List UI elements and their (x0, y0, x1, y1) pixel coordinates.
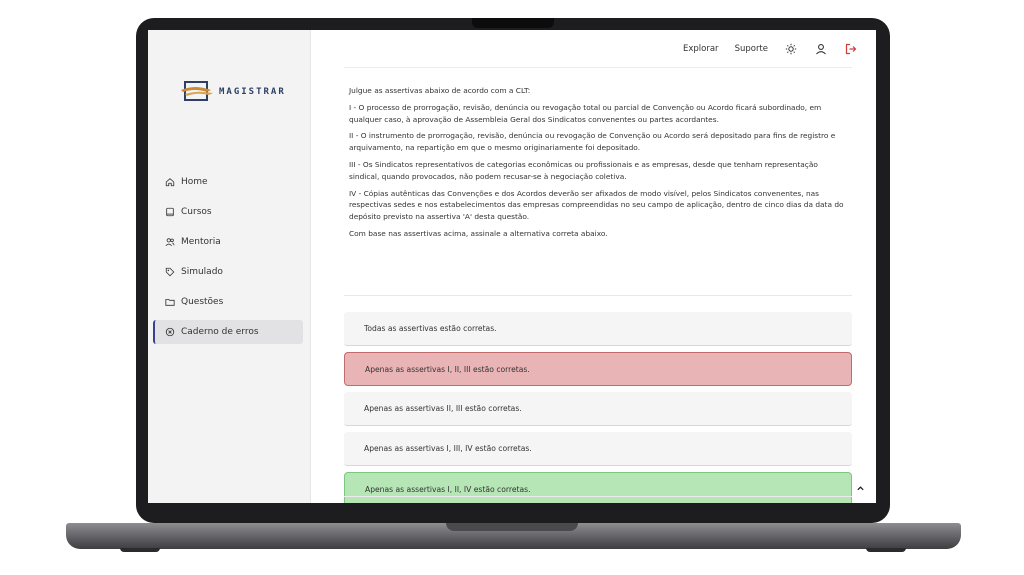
book-icon (166, 207, 174, 217)
sidebar-nav: Home Cursos Mentoria Simulado Questões C… (153, 170, 303, 350)
answer-option-c[interactable]: Apenas as assertivas II, III estão corre… (344, 392, 852, 426)
question-text: Julgue as assertivas abaixo de acordo co… (349, 85, 847, 245)
profile-button[interactable] (814, 42, 828, 56)
user-icon (816, 43, 826, 54)
scroll-to-top-button[interactable] (854, 482, 866, 494)
home-icon (165, 178, 175, 187)
top-bar: Explorar Suporte (311, 30, 876, 67)
answer-option-a[interactable]: Todas as assertivas estão corretas. (344, 312, 852, 346)
sidebar-item-mentoria[interactable]: Mentoria (153, 230, 303, 254)
question-panel: Julgue as assertivas abaixo de acordo co… (344, 67, 852, 503)
sidebar-item-cursos[interactable]: Cursos (153, 200, 303, 224)
sidebar-item-caderno-de-erros[interactable]: Caderno de erros (153, 320, 303, 344)
sidebar-item-label: Home (181, 177, 208, 187)
folder-icon (165, 299, 175, 306)
question-intro: Julgue as assertivas abaixo de acordo co… (349, 86, 531, 95)
statement-iv: IV - Cópias autênticas das Convenções e … (349, 188, 844, 222)
option-label: Todas as assertivas estão corretas. (364, 324, 497, 333)
brand-logo[interactable]: MAGISTRAR (181, 80, 286, 104)
logout-button[interactable] (844, 42, 858, 56)
statement-i: I - O processo de prorrogação, revisão, … (349, 102, 822, 124)
logo-mark-icon (181, 80, 215, 104)
divider (344, 295, 852, 296)
explore-link[interactable]: Explorar (683, 44, 719, 54)
answer-option-b-wrong[interactable]: Apenas as assertivas I, II, III estão co… (344, 352, 852, 386)
sidebar-item-questoes[interactable]: Questões (153, 290, 303, 314)
tag-icon (165, 267, 175, 277)
laptop-foot (120, 548, 160, 552)
circle-x-icon (165, 327, 175, 337)
laptop-foot (866, 548, 906, 552)
option-label: Apenas as assertivas I, II, III estão co… (365, 364, 530, 374)
statement-iii: III - Os Sindicatos representativos de c… (349, 159, 818, 181)
answer-option-e-correct[interactable]: Apenas as assertivas I, II, IV estão cor… (344, 472, 852, 503)
sidebar-item-label: Cursos (181, 207, 212, 217)
sun-icon (785, 43, 797, 54)
answer-option-d[interactable]: Apenas as assertivas I, III, IV estão co… (344, 432, 852, 466)
option-label: Apenas as assertivas I, III, IV estão co… (364, 444, 532, 453)
divider (344, 67, 852, 68)
sidebar: MAGISTRAR Home Cursos Mentoria Simulado … (148, 30, 311, 503)
support-link[interactable]: Suporte (735, 44, 768, 54)
camera-notch (472, 18, 554, 28)
sidebar-item-label: Caderno de erros (181, 327, 259, 337)
app-screen: MAGISTRAR Home Cursos Mentoria Simulado … (148, 30, 876, 503)
sidebar-item-label: Simulado (181, 267, 223, 277)
sidebar-item-label: Mentoria (181, 237, 221, 247)
sidebar-item-label: Questões (181, 297, 224, 307)
brand-name: MAGISTRAR (219, 87, 286, 97)
sidebar-item-simulado[interactable]: Simulado (153, 260, 303, 284)
chevron-up-icon (856, 485, 864, 490)
sidebar-item-home[interactable]: Home (153, 170, 303, 194)
question-closing: Com base nas assertivas acima, assinale … (349, 228, 608, 238)
statement-ii: II - O instrumento de prorrogação, revis… (349, 131, 836, 153)
laptop-mockup: MAGISTRAR Home Cursos Mentoria Simulado … (0, 0, 1024, 575)
theme-toggle-button[interactable] (784, 42, 798, 56)
option-label: Apenas as assertivas I, II, IV estão cor… (365, 484, 531, 494)
users-icon (165, 238, 175, 247)
answer-options: Todas as assertivas estão corretas. Apen… (344, 312, 852, 503)
logout-icon (845, 43, 857, 54)
divider (344, 496, 852, 497)
option-label: Apenas as assertivas II, III estão corre… (364, 404, 522, 413)
laptop-lip (446, 523, 578, 531)
